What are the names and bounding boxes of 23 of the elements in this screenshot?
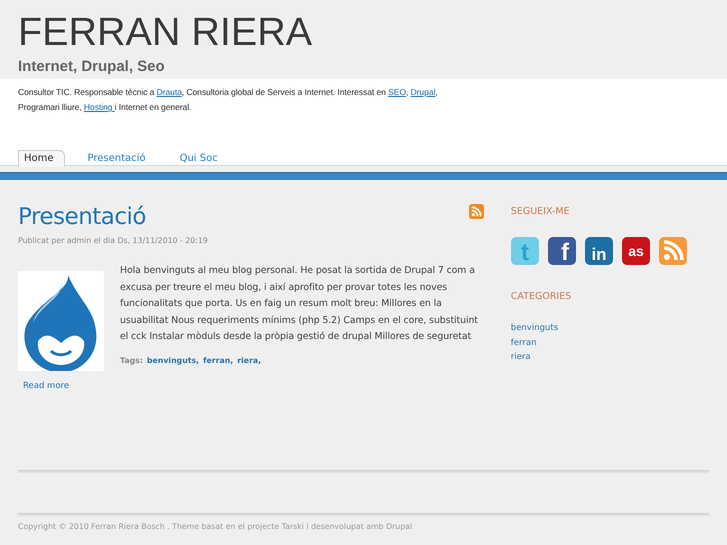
- category-link[interactable]: benvinguts: [510, 322, 558, 336]
- description-link[interactable]: Drauta: [156, 87, 182, 97]
- rss-icon[interactable]: [658, 237, 687, 265]
- section-heading: SEGUEIX-ME: [510, 206, 571, 217]
- facebook-icon[interactable]: f: [548, 237, 576, 265]
- section-heading: CATEGORIES: [510, 291, 572, 302]
- nav-tab[interactable]: Presentació: [82, 150, 157, 167]
- description-link[interactable]: Drupal: [410, 87, 436, 97]
- description-link[interactable]: SEO: [388, 87, 406, 97]
- category-link[interactable]: riera: [510, 351, 531, 364]
- site-title[interactable]: FERRAN RIERA: [18, 8, 312, 56]
- site-slogan: Internet, Drupal, Seo: [18, 57, 165, 77]
- description-link[interactable]: Hosting: [84, 102, 115, 112]
- nav-tab[interactable]: Qui Soc: [174, 150, 229, 167]
- post-body: Hola benvinguts al meu blog personal. He posat la sortida de Drupal 7 com a excusa per treure el meu blog, i així aprofito per provar totes les noves funcionalitats que porta. Us en faig un resum molt breu: Millores en la usuabilitat Nous requeriments mínims (php 5.2) Camps en el core, substituint el cck Instalar mòduls desde la pròpia gestió de drupal Millores de seguretat: [120, 264, 479, 344]
- lastfm-icon[interactable]: as: [622, 237, 650, 265]
- rss-icon[interactable]: [468, 204, 484, 219]
- nav-tab[interactable]: Home: [18, 150, 65, 167]
- post-title[interactable]: Presentació: [18, 204, 146, 230]
- read-more-link[interactable]: Read more: [23, 381, 70, 391]
- linkedin-icon[interactable]: in: [584, 237, 613, 265]
- category-link[interactable]: ferran: [510, 336, 536, 350]
- site-description: Consultor TIC. Responsable tècnic a Drauta, Consultoria global de Serveis a Internet. Interessat en SEO, Drupal, Programari lliure, Hosting i Internet en general.: [18, 86, 439, 114]
